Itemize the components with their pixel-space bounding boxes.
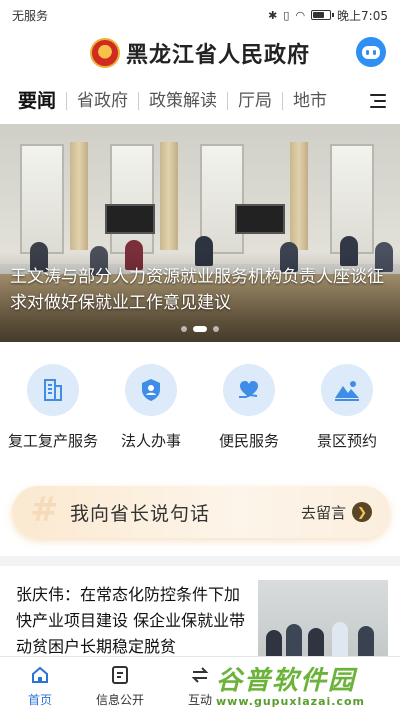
governor-message-banner[interactable]: # 我向省长说句话 去留言 ❯ xyxy=(12,486,390,538)
service-label: 法人办事 xyxy=(120,432,181,450)
leave-message-label: 去留言 xyxy=(300,503,346,522)
status-indicators: ✱ ▯ ◠ 晚上7:05 xyxy=(268,7,388,24)
bottom-nav-label: 互动 xyxy=(187,693,212,707)
vibrate-icon: ▯ xyxy=(283,8,290,22)
heart-hand-icon xyxy=(223,364,275,416)
tab-news[interactable]: 要闻 xyxy=(18,92,68,111)
tab-departments[interactable]: 厅局 xyxy=(228,92,284,110)
thumb-person xyxy=(266,630,282,656)
service-label: 景区预约 xyxy=(316,432,377,450)
shield-person-icon xyxy=(125,364,177,416)
exchange-icon xyxy=(189,664,211,686)
photo-screen xyxy=(235,204,285,234)
category-tabs: 要闻 省政府 政策解读 厅局 地市 xyxy=(0,80,400,122)
service-label: 复工复产服务 xyxy=(7,432,98,450)
photo-window xyxy=(20,144,64,254)
site-watermark: 谷普软件园 www.gupuxlazai.com xyxy=(216,660,396,708)
carousel-dot[interactable] xyxy=(181,326,187,332)
hamburger-menu-icon[interactable] xyxy=(356,80,400,122)
clock-text: 晚上7:05 xyxy=(337,8,388,23)
service-legal-person[interactable]: 法人办事 xyxy=(103,364,199,464)
news-list-item[interactable]: 张庆伟：在常态化防控条件下加快产业项目建设 保企业保就业带动贫困户长期稳定脱贫 xyxy=(0,566,400,656)
leave-message-button[interactable]: 去留言 ❯ xyxy=(301,502,372,523)
battery-icon xyxy=(311,10,335,20)
photo-curtain xyxy=(70,142,88,250)
section-divider xyxy=(0,556,400,566)
photo-window xyxy=(110,144,154,254)
bottom-nav-home[interactable]: 首页 xyxy=(0,657,80,711)
service-scenic-booking[interactable]: 景区预约 xyxy=(299,364,395,464)
service-public-convenience[interactable]: 便民服务 xyxy=(201,364,297,464)
mountain-landscape-icon xyxy=(321,364,373,416)
carousel-indicator xyxy=(0,326,400,332)
status-bar: 无服务 ✱ ▯ ◠ 晚上7:05 xyxy=(0,0,400,30)
carousel-dot[interactable] xyxy=(193,326,207,332)
bottom-nav-label: 首页 xyxy=(27,693,52,707)
tab-provincial-government[interactable]: 省政府 xyxy=(67,92,140,110)
home-icon xyxy=(29,664,51,686)
bottom-nav-info-disclosure[interactable]: 信息公开 xyxy=(80,657,160,711)
carrier-text: 无服务 xyxy=(12,8,49,23)
thumb-person xyxy=(358,626,374,656)
governor-banner-title: 我向省长说句话 xyxy=(70,502,211,525)
chevron-right-icon: ❯ xyxy=(352,502,372,522)
quick-services: 复工复产服务 法人办事 便民服务 景区预约 xyxy=(0,364,400,464)
watermark-title: 谷普软件园 xyxy=(216,666,357,696)
wifi-icon: ◠ xyxy=(295,8,306,22)
headline-carousel[interactable]: 王文涛与部分人力资源就业服务机构负责人座谈征求对做好保就业工作意见建议 xyxy=(0,124,400,342)
document-icon xyxy=(109,664,131,686)
bottom-nav-label: 信息公开 xyxy=(95,693,144,707)
robot-assistant-icon[interactable] xyxy=(356,37,386,67)
banner-caption[interactable]: 王文涛与部分人力资源就业服务机构负责人座谈征求对做好保就业工作意见建议 xyxy=(10,264,390,316)
photo-screen xyxy=(105,204,155,234)
photo-curtain xyxy=(290,142,308,250)
national-emblem-icon xyxy=(89,38,120,68)
carousel-dot[interactable] xyxy=(213,326,219,332)
tab-cities[interactable]: 地市 xyxy=(283,92,337,110)
service-work-resumption[interactable]: 复工复产服务 xyxy=(5,364,101,464)
thumb-person xyxy=(332,622,348,656)
news-title: 张庆伟：在常态化防控条件下加快产业项目建设 保企业保就业带动贫困户长期稳定脱贫 xyxy=(16,585,246,656)
site-title: 黑龙江省人民政府 xyxy=(125,42,310,68)
tab-policy-interpretation[interactable]: 政策解读 xyxy=(139,92,229,110)
bluetooth-icon: ✱ xyxy=(268,8,278,22)
thumb-person xyxy=(286,624,302,656)
service-label: 便民服务 xyxy=(218,432,279,450)
news-thumbnail xyxy=(258,580,388,656)
photo-curtain xyxy=(160,142,178,250)
app-header: 黑龙江省人民政府 xyxy=(0,30,400,76)
building-icon xyxy=(27,364,79,416)
thumb-person xyxy=(308,628,324,656)
quote-mark-icon: # xyxy=(30,490,59,530)
watermark-url: www.gupuxlazai.com xyxy=(216,695,365,708)
